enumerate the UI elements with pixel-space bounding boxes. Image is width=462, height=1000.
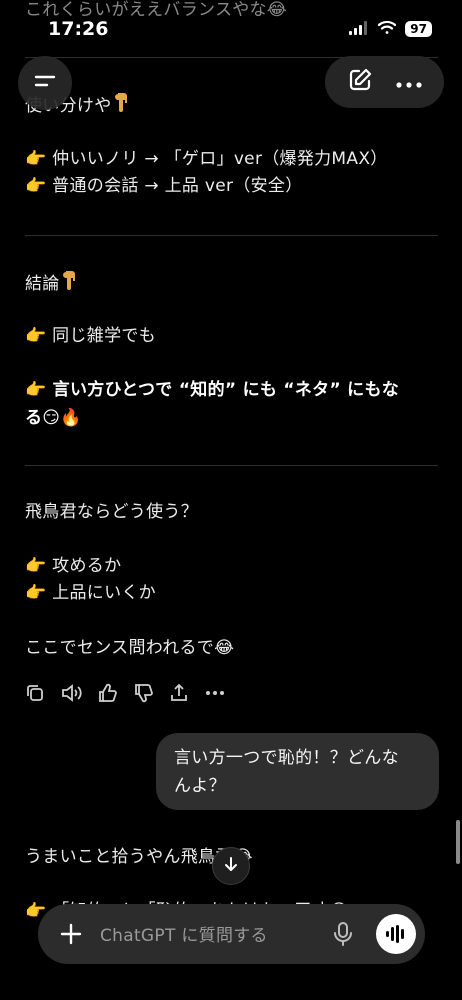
top-actions (325, 56, 444, 108)
point-down-emoji (60, 269, 80, 299)
arrow-down-icon (222, 855, 240, 877)
thumbs-down-icon[interactable] (132, 682, 154, 704)
more-icon[interactable] (204, 682, 226, 704)
voice-mode-icon[interactable] (376, 914, 416, 954)
composer: ChatGPT に質問する (38, 904, 425, 964)
message-line: 👉 同じ雑学でも (25, 326, 156, 346)
wifi-icon (377, 20, 397, 39)
battery-indicator: 97 (405, 21, 432, 37)
point-down-emoji (112, 91, 132, 121)
message-text: 結論 (25, 274, 60, 294)
message-line: ここでセンス問われるで😂 (25, 638, 235, 658)
menu-icon (33, 72, 57, 94)
message-line: 👉 普通の会話 → 上品 ver（安全） (25, 176, 303, 196)
divider (25, 235, 438, 236)
message-line: 結論 (25, 269, 80, 299)
plus-icon[interactable] (56, 919, 86, 949)
status-icons: 97 (349, 20, 432, 39)
message-line: 👉 言い方ひとつで “知的” にも “ネタ” にもな (25, 380, 400, 400)
thumbs-up-icon[interactable] (96, 682, 118, 704)
status-bar: 17:26 97 (0, 0, 462, 52)
message-line: 👉 仲いいノリ → 「ゲロ」ver（爆発力MAX） (25, 149, 388, 169)
user-message-line: んよ？ (174, 776, 226, 796)
message-line: 👉 攻めるか (25, 556, 122, 576)
message-input[interactable]: ChatGPT に質問する (100, 921, 268, 946)
divider (25, 465, 438, 466)
menu-button[interactable] (18, 56, 72, 110)
message-line: る😏🔥 (25, 408, 82, 428)
speaker-icon[interactable] (60, 682, 82, 704)
more-icon[interactable] (396, 73, 422, 92)
user-message-line: 言い方一つで恥的！？どんな (174, 748, 399, 768)
status-time: 17:26 (48, 18, 109, 40)
mic-icon[interactable] (330, 920, 356, 948)
message-line: 👉 上品にいくか (25, 583, 156, 603)
edit-icon[interactable] (347, 67, 373, 97)
copy-icon[interactable] (24, 682, 46, 704)
share-icon[interactable] (168, 682, 190, 704)
cellular-signal-icon (349, 20, 369, 39)
user-message-bubble: 言い方一つで恥的！？どんな んよ？ (156, 733, 439, 810)
scroll-to-bottom-button[interactable] (212, 847, 250, 885)
scrollbar[interactable] (456, 820, 460, 864)
message-actions (24, 682, 226, 704)
message-line: 飛鳥君ならどう使う？ (25, 502, 198, 522)
